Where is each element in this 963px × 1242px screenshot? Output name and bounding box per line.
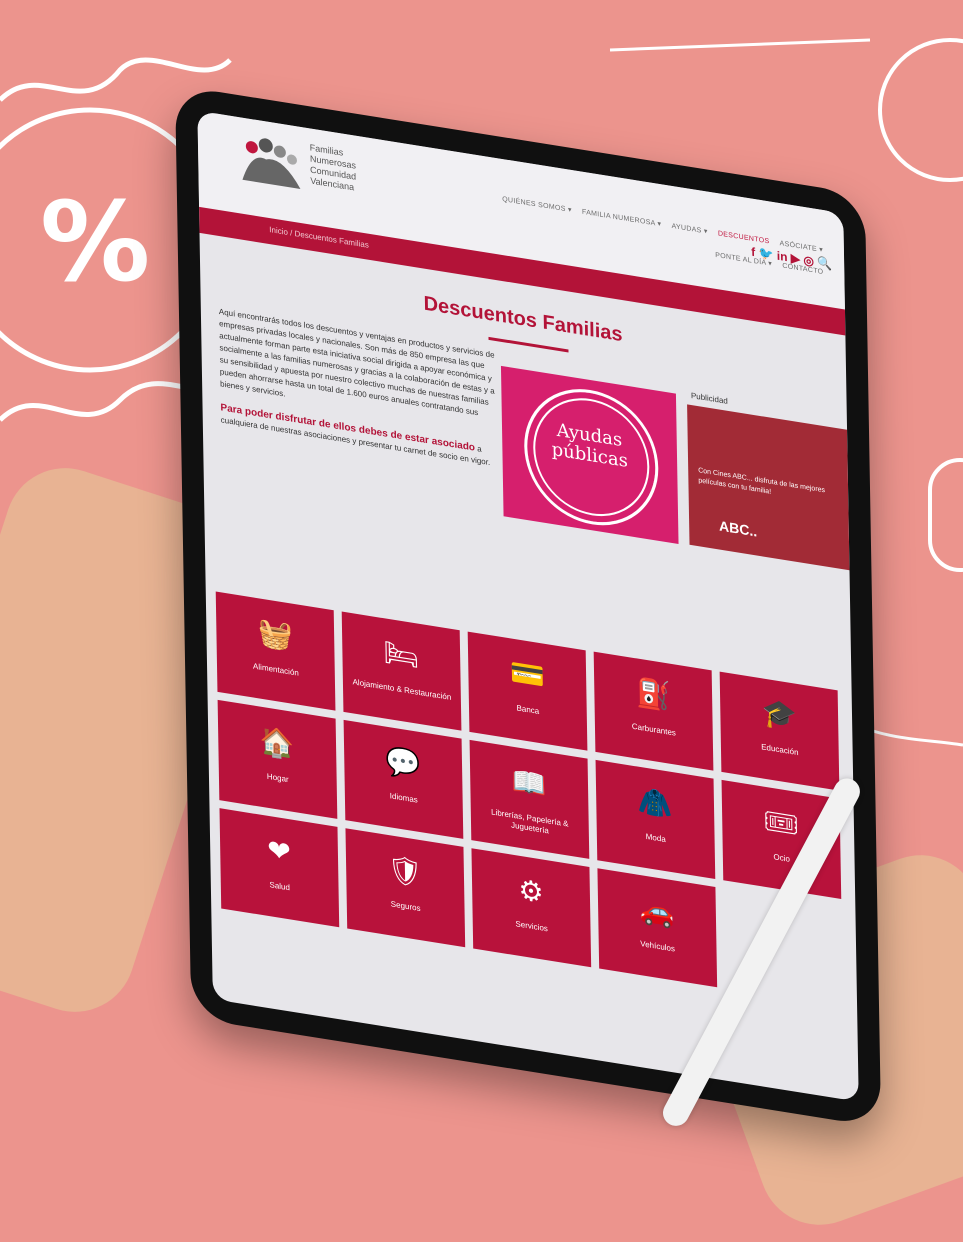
tablet-device: Familias Numerosas Comunidad Valenciana …	[175, 85, 882, 1128]
category-tile[interactable]: 🏠 Hogar	[217, 699, 338, 819]
category-label: Servicios	[515, 919, 548, 934]
nav-quienes-somos[interactable]: QUIÉNES SOMOS ▾	[502, 196, 572, 214]
graduation-cap-icon: 🎓	[761, 696, 797, 733]
category-tile[interactable]: 🛏 Alojamiento & Restauración	[341, 611, 462, 731]
site-logo-text: Familias Numerosas Comunidad Valenciana	[309, 142, 357, 193]
ad-text: Con Cines ABC... disfruta de las mejores…	[698, 467, 826, 496]
category-tile[interactable]: 🛡 Seguros	[345, 828, 466, 948]
category-label: Salud	[269, 880, 290, 893]
nav-descuentos[interactable]: DESCUENTOS	[718, 230, 770, 245]
ayudas-publicas-banner[interactable]: Ayudas públicas	[500, 365, 679, 545]
nav-familia-numerosa[interactable]: FAMILIA NUMEROSA ▾	[582, 209, 661, 229]
linkedin-icon[interactable]: in	[777, 249, 788, 265]
house-icon: 🏠	[259, 724, 295, 762]
category-tile[interactable]: ❤ Salud	[219, 808, 340, 928]
category-tile[interactable]: 💳 Banca	[467, 631, 588, 751]
category-label: Hogar	[266, 771, 289, 785]
category-tile[interactable]: 🎓 Educación	[719, 671, 840, 791]
fuel-icon: ⛽	[635, 676, 671, 713]
category-label: Idiomas	[389, 791, 418, 805]
card-icon: 💳	[509, 656, 545, 693]
title-underline	[488, 336, 569, 353]
category-tile[interactable]: ⛽ Carburantes	[593, 651, 714, 771]
category-label: Librerías, Papelería & Juguetería	[490, 807, 569, 836]
category-label: Alojamiento & Restauración	[352, 677, 452, 702]
category-label: Educación	[761, 742, 799, 758]
youtube-icon[interactable]: ▶	[791, 251, 800, 267]
category-tile[interactable]: 💬 Idiomas	[343, 719, 464, 839]
ad-banner[interactable]: Con Cines ABC... disfruta de las mejores…	[687, 404, 850, 571]
ad-label: Publicidad	[690, 390, 728, 406]
nav-ayudas[interactable]: AYUDAS ▾	[671, 223, 707, 236]
category-tile[interactable]: 📖 Librerías, Papelería & Juguetería	[469, 739, 590, 859]
service-gear-icon: ⚙	[518, 873, 544, 909]
intro-text: Aquí encontrarás todos los descuentos y …	[219, 306, 501, 471]
search-icon[interactable]: 🔍	[817, 255, 832, 271]
jacket-icon: 🧥	[637, 784, 673, 822]
shield-icon: 🛡	[386, 852, 424, 890]
site-logo-icon[interactable]	[238, 129, 309, 196]
car-icon: 🚗	[639, 892, 675, 930]
bed-icon: 🛏	[383, 636, 420, 673]
category-tile[interactable]: 🚗 Vehículos	[597, 868, 718, 988]
category-tile[interactable]: ⚙ Servicios	[471, 848, 592, 968]
category-label: Vehículos	[640, 939, 676, 954]
category-label: Alimentación	[252, 661, 299, 678]
svg-text:%: %	[40, 178, 150, 306]
category-label: Seguros	[390, 899, 421, 914]
book-icon: 📖	[511, 764, 547, 802]
category-tile[interactable]: 🧺 Alimentación	[215, 591, 336, 711]
category-tile[interactable]: 🧥 Moda	[595, 759, 716, 879]
category-label: Moda	[645, 831, 666, 845]
twitter-icon[interactable]: 🐦	[758, 246, 773, 262]
translate-icon: 💬	[385, 744, 421, 782]
category-label: Banca	[516, 703, 540, 716]
facebook-icon[interactable]: f	[751, 245, 755, 260]
heartbeat-icon: ❤	[267, 833, 292, 869]
instagram-icon[interactable]: ◎	[803, 253, 814, 269]
ad-brand: ABC..	[718, 517, 758, 540]
intro-paragraph: Aquí encontrarás todos los descuentos y …	[218, 306, 495, 418]
basket-icon: 🧺	[257, 616, 294, 653]
category-label: Carburantes	[631, 721, 676, 738]
